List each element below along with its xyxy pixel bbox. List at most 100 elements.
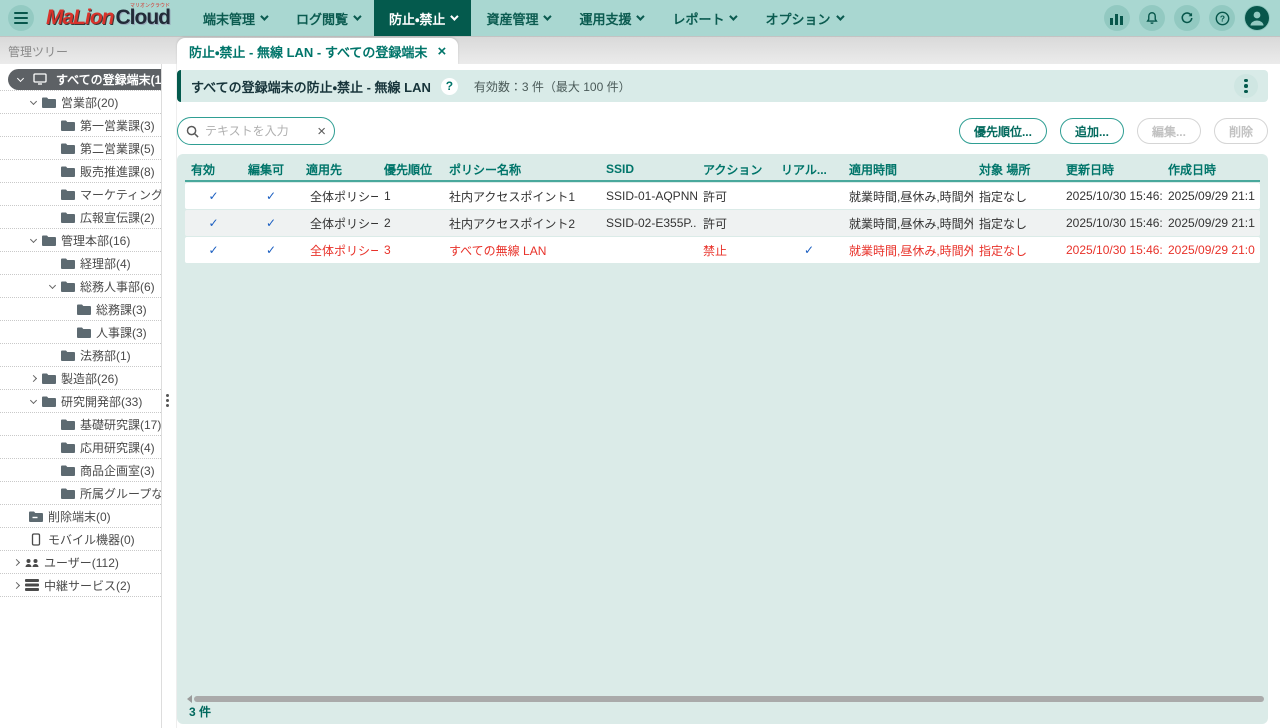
tree-item-sales1[interactable]: 第一営業課(3) [0,114,161,137]
folder-icon [60,419,76,430]
logo-ruby: マリオンクラウド [130,2,170,9]
col-editable[interactable]: 編集可 [242,161,300,178]
menu-prevention[interactable]: 防止・禁止 [374,0,471,36]
stats-icon[interactable] [1104,5,1130,31]
tree-item-accounting[interactable]: 経理部(4) [0,252,161,275]
col-target-place[interactable]: 対象 場所 [973,161,1060,178]
col-target[interactable]: 適用先 [300,161,378,178]
monitor-icon [32,73,48,85]
chevron-right-icon[interactable] [25,376,41,381]
col-action[interactable]: アクション [697,161,775,178]
tab-label: 防止・禁止 - 無線 LAN - すべての登録端末 [189,42,427,61]
folder-icon [60,465,76,476]
tree-item-all-devices[interactable]: すべての登録端末(114) [0,68,161,91]
server-icon [24,579,40,591]
scrollbar-thumb[interactable] [194,696,1264,702]
notifications-bell-icon[interactable] [1139,5,1165,31]
table-row[interactable]: ✓ ✓ 全体ポリシー 3 すべての無線 LAN 禁止 ✓ 就業時間,昼休み,時間… [185,237,1260,263]
col-apply-time[interactable]: 適用時間 [843,161,973,178]
tree-item-sales2[interactable]: 第二営業課(5) [0,137,161,160]
help-icon[interactable]: ? [1209,5,1235,31]
scroll-left-arrow-icon[interactable] [187,695,192,703]
menu-log-view[interactable]: ログ閲覧 [281,0,374,36]
chevron-down-icon [730,12,738,20]
chevron-down-icon [836,12,844,20]
sidebar-resize-handle-icon[interactable] [166,394,169,407]
horizontal-scrollbar[interactable] [187,695,1264,702]
logo-cloud: Cloud [116,6,170,30]
tree-item-product-planning[interactable]: 商品企画室(3) [0,459,161,482]
table-header-row: 有効 編集可 適用先 優先順位 ポリシー名称 SSID アクション リアル...… [185,158,1260,182]
table-row[interactable]: ✓ ✓ 全体ポリシー 1 社内アクセスポイント1 SSID-01-AQPNN..… [185,183,1260,209]
sidebar-resize-gutter [163,64,177,728]
tree-item-basic-research[interactable]: 基礎研究課(17) [0,413,161,436]
search-box[interactable]: × [177,117,335,145]
menu-asset-mgmt[interactable]: 資産管理 [471,0,564,36]
tab-prevention-wlan[interactable]: 防止・禁止 - 無線 LAN - すべての登録端末 × [177,38,458,65]
menu-options[interactable]: オプション [750,0,856,36]
col-ssid[interactable]: SSID [600,162,697,176]
folder-icon [60,166,76,177]
menu-report[interactable]: レポート [657,0,750,36]
chevron-down-icon[interactable] [25,400,41,403]
add-button[interactable]: 追加... [1060,118,1124,144]
folder-icon [60,189,76,200]
deleted-folder-icon [28,511,44,522]
col-realtime[interactable]: リアル... [775,161,843,178]
user-account-icon[interactable] [1244,5,1270,31]
edit-button[interactable]: 編集... [1137,118,1201,144]
col-policy-name[interactable]: ポリシー名称 [443,161,600,178]
chevron-down-icon[interactable] [25,101,41,104]
top-right-icons: ? [1104,5,1270,31]
logo-malion: MaLion [46,6,114,30]
col-enabled[interactable]: 有効 [185,161,242,178]
tree-item-manufacturing[interactable]: 製造部(26) [0,367,161,390]
tree-item-no-group[interactable]: 所属グループなし(19) [0,482,161,505]
tree-item-general-affairs-hr[interactable]: 総務人事部(6) [0,275,161,298]
tree-item-general-affairs[interactable]: 総務課(3) [0,298,161,321]
page-help-icon[interactable]: ? [441,78,458,95]
tree-item-deleted-devices[interactable]: 削除端末(0) [0,505,161,528]
chevron-right-icon[interactable] [8,560,24,565]
tree-item-applied-research[interactable]: 応用研究課(4) [0,436,161,459]
tree-item-hr[interactable]: 人事課(3) [0,321,161,344]
folder-icon [60,442,76,453]
col-priority[interactable]: 優先順位 [378,161,443,178]
chevron-down-icon[interactable] [12,78,28,81]
col-created[interactable]: 作成日時 [1162,161,1255,178]
tree-item-admin-hq[interactable]: 管理本部(16) [0,229,161,252]
tree-item-pr[interactable]: 広報宣伝課(2) [0,206,161,229]
header-kebab-menu-icon[interactable] [1234,74,1258,98]
chevron-down-icon[interactable] [44,285,60,288]
chevron-down-icon [451,12,459,20]
table-row[interactable]: ✓ ✓ 全体ポリシー 2 社内アクセスポイント2 SSID-02-E355P..… [185,210,1260,236]
col-updated[interactable]: 更新日時 [1060,161,1162,178]
delete-button[interactable]: 削除 [1214,118,1268,144]
menu-operation-support[interactable]: 運用支援 [564,0,657,36]
tree-item-rnd[interactable]: 研究開発部(33) [0,390,161,413]
policy-table-panel: 有効 編集可 適用先 優先順位 ポリシー名称 SSID アクション リアル...… [177,154,1268,724]
tree-item-marketing[interactable]: マーケティング課(2) [0,183,161,206]
refresh-icon[interactable] [1174,5,1200,31]
priority-button[interactable]: 優先順位... [959,118,1047,144]
chevron-right-icon[interactable] [8,583,24,588]
chevron-down-icon [353,12,361,20]
users-icon [24,557,40,568]
folder-icon [41,396,57,407]
clear-search-icon[interactable]: × [317,124,326,139]
svg-text:?: ? [1219,13,1224,23]
tree-item-mobile-devices[interactable]: モバイル機器(0) [0,528,161,551]
tree-item-sales-dept[interactable]: 営業部(20) [0,91,161,114]
search-input[interactable] [205,124,311,138]
tree-item-relay-service[interactable]: 中継サービス(2) [0,574,161,597]
chevron-down-icon[interactable] [25,239,41,242]
tree-item-legal[interactable]: 法務部(1) [0,344,161,367]
folder-icon [60,281,76,292]
hamburger-menu-icon[interactable] [8,5,34,31]
menu-terminal-mgmt[interactable]: 端末管理 [188,0,281,36]
tree-panel-title: 管理ツリー [8,43,68,60]
tree-item-users[interactable]: ユーザー(112) [0,551,161,574]
tree-item-sales-promo[interactable]: 販売推進課(8) [0,160,161,183]
tab-close-icon[interactable]: × [437,44,446,59]
folder-icon [60,488,76,499]
